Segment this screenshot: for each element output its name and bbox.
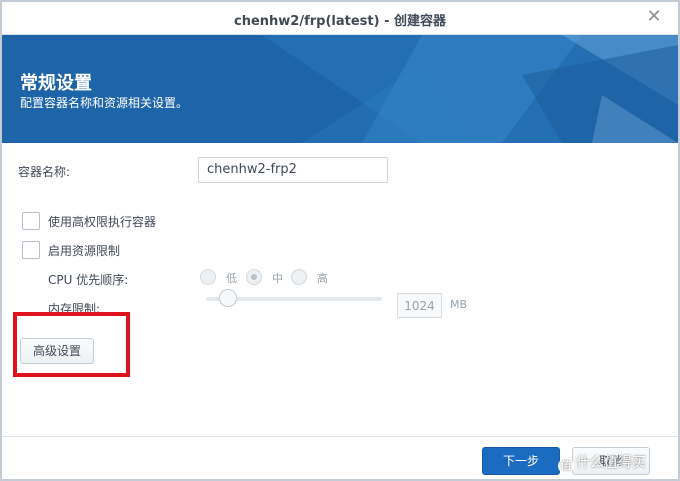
resource-limit-checkbox[interactable] — [22, 241, 40, 259]
create-container-dialog: chenhw2/frp(latest) - 创建容器 ✕ 常规设置 配置容器名称… — [0, 0, 680, 481]
watermark-text: 什么值得买 — [576, 455, 646, 471]
container-name-label: 容器名称: — [18, 165, 71, 179]
highlight-box — [13, 312, 130, 377]
window-title: chenhw2/frp(latest) - 创建容器 — [233, 14, 446, 29]
cpu-high-radio[interactable] — [291, 269, 307, 285]
close-icon[interactable]: ✕ — [644, 7, 664, 27]
memory-unit: MB — [450, 298, 468, 311]
banner-background — [262, 35, 678, 143]
memory-input[interactable]: 1024 — [397, 293, 442, 318]
page-subtitle: 配置容器名称和资源相关设置。 — [20, 96, 189, 110]
resource-limit-label: 启用资源限制 — [48, 244, 121, 258]
privileged-label: 使用高权限执行容器 — [48, 215, 157, 229]
cpu-priority-label: CPU 优先顺序: — [48, 273, 129, 287]
dialog-footer: 下一步 取消 值什么值得买 — [2, 436, 678, 481]
cpu-high-label: 高 — [317, 272, 328, 285]
cpu-medium-label: 中 — [272, 272, 283, 285]
page-title: 常规设置 — [20, 73, 92, 94]
cpu-low-label: 低 — [226, 272, 237, 285]
privileged-checkbox[interactable] — [22, 212, 40, 230]
next-button[interactable]: 下一步 — [482, 447, 560, 475]
header-banner: 常规设置 配置容器名称和资源相关设置。 — [2, 35, 678, 143]
title-bar: chenhw2/frp(latest) - 创建容器 ✕ — [2, 2, 678, 35]
cpu-low-radio[interactable] — [200, 269, 216, 285]
form-content: 容器名称: chenhw2-frp2 使用高权限执行容器 启用资源限制 CPU … — [2, 143, 678, 433]
cpu-medium-radio[interactable] — [246, 269, 262, 285]
container-name-input[interactable]: chenhw2-frp2 — [198, 157, 388, 183]
memory-slider-handle[interactable] — [219, 289, 237, 307]
watermark: 值什么值得买 — [558, 452, 646, 474]
watermark-icon: 值 — [558, 458, 574, 474]
